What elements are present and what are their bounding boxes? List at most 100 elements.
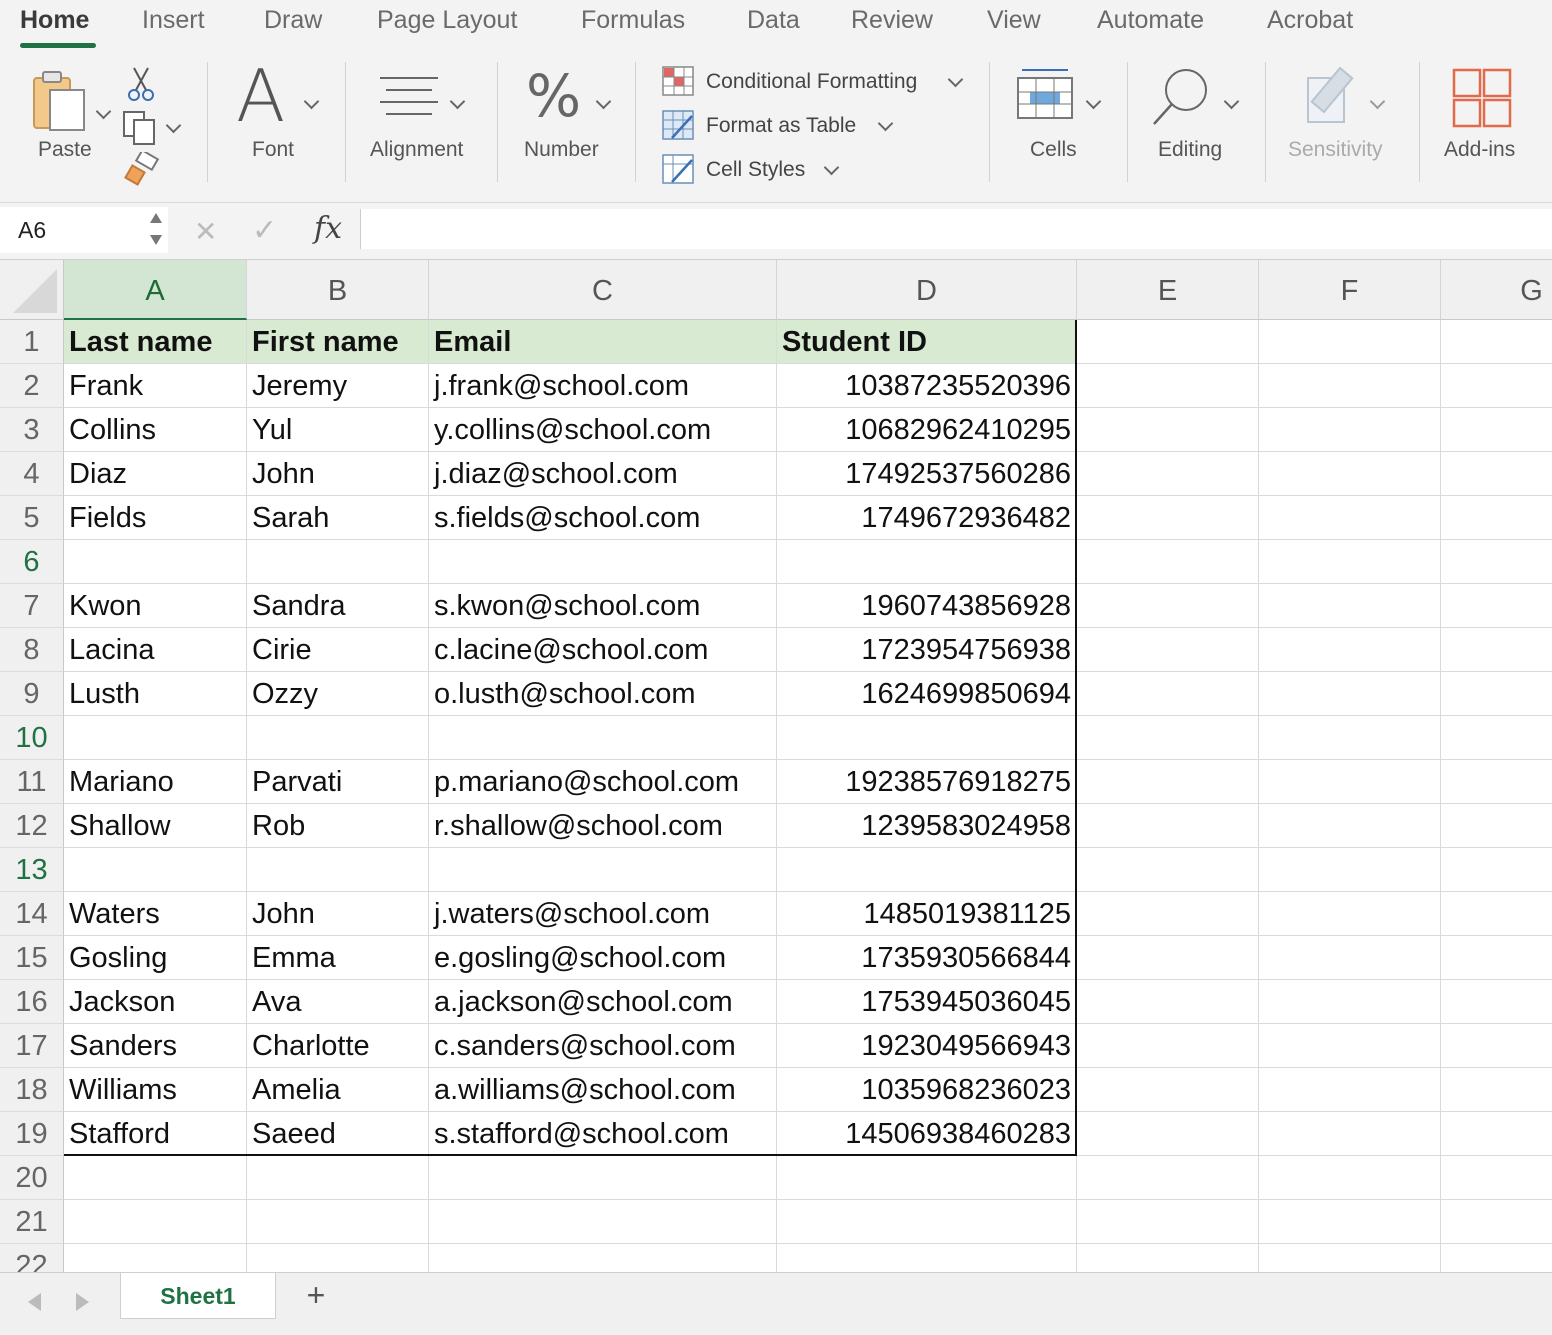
- cell-e20[interactable]: [1077, 1156, 1259, 1200]
- cell-e14[interactable]: [1077, 892, 1259, 936]
- cell-f16[interactable]: [1259, 980, 1441, 1024]
- chevron-down-icon[interactable]: [165, 117, 182, 134]
- alignment-button[interactable]: Alignment: [364, 56, 480, 186]
- cell-e5[interactable]: [1077, 496, 1259, 540]
- cell-f20[interactable]: [1259, 1156, 1441, 1200]
- cell-f3[interactable]: [1259, 408, 1441, 452]
- cell-f22[interactable]: [1259, 1244, 1441, 1272]
- column-header-f[interactable]: F: [1259, 260, 1441, 320]
- row-header[interactable]: 7: [0, 584, 64, 628]
- cell-b4[interactable]: John: [247, 452, 429, 496]
- cell-d22[interactable]: [777, 1244, 1077, 1272]
- cell-b1[interactable]: First name: [247, 320, 429, 364]
- cell-b2[interactable]: Jeremy: [247, 364, 429, 408]
- row-header[interactable]: 2: [0, 364, 64, 408]
- copy-icon[interactable]: [122, 110, 158, 146]
- cell-f14[interactable]: [1259, 892, 1441, 936]
- cell-f18[interactable]: [1259, 1068, 1441, 1112]
- chevron-down-icon[interactable]: [95, 103, 112, 120]
- cell-g22[interactable]: [1441, 1244, 1552, 1272]
- cell-a10[interactable]: [64, 716, 247, 760]
- tab-automate[interactable]: Automate: [1097, 6, 1204, 35]
- cell-c14[interactable]: j.waters@school.com: [429, 892, 777, 936]
- cell-f21[interactable]: [1259, 1200, 1441, 1244]
- row-header[interactable]: 5: [0, 496, 64, 540]
- row-header[interactable]: 15: [0, 936, 64, 980]
- cell-c17[interactable]: c.sanders@school.com: [429, 1024, 777, 1068]
- cell-g18[interactable]: [1441, 1068, 1552, 1112]
- cell-d19[interactable]: 14506938460283: [777, 1112, 1077, 1156]
- cell-c3[interactable]: y.collins@school.com: [429, 408, 777, 452]
- cell-g17[interactable]: [1441, 1024, 1552, 1068]
- cell-g20[interactable]: [1441, 1156, 1552, 1200]
- cell-styles-button[interactable]: Cell Styles: [662, 154, 840, 188]
- cell-g3[interactable]: [1441, 408, 1552, 452]
- cell-c19[interactable]: s.stafford@school.com: [429, 1112, 777, 1156]
- cell-d14[interactable]: 1485019381125: [777, 892, 1077, 936]
- row-header[interactable]: 4: [0, 452, 64, 496]
- cell-e11[interactable]: [1077, 760, 1259, 804]
- cell-a1[interactable]: Last name: [64, 320, 247, 364]
- select-all-button[interactable]: [0, 260, 64, 320]
- cell-e7[interactable]: [1077, 584, 1259, 628]
- cell-a7[interactable]: Kwon: [64, 584, 247, 628]
- cell-d16[interactable]: 1753945036045: [777, 980, 1077, 1024]
- cell-b12[interactable]: Rob: [247, 804, 429, 848]
- cell-f10[interactable]: [1259, 716, 1441, 760]
- cell-c20[interactable]: [429, 1156, 777, 1200]
- cell-b9[interactable]: Ozzy: [247, 672, 429, 716]
- cell-g16[interactable]: [1441, 980, 1552, 1024]
- cut-icon[interactable]: [126, 66, 156, 102]
- column-header-a[interactable]: A: [64, 260, 247, 320]
- row-header[interactable]: 18: [0, 1068, 64, 1112]
- cell-e10[interactable]: [1077, 716, 1259, 760]
- row-header[interactable]: 12: [0, 804, 64, 848]
- cell-d2[interactable]: 10387235520396: [777, 364, 1077, 408]
- cell-e6[interactable]: [1077, 540, 1259, 584]
- row-header[interactable]: 1: [0, 320, 64, 364]
- scroll-right-icon[interactable]: [76, 1293, 89, 1311]
- cell-e12[interactable]: [1077, 804, 1259, 848]
- cell-d4[interactable]: 17492537560286: [777, 452, 1077, 496]
- formula-input[interactable]: [360, 209, 1552, 249]
- row-header[interactable]: 10: [0, 716, 64, 760]
- cell-b20[interactable]: [247, 1156, 429, 1200]
- cell-c10[interactable]: [429, 716, 777, 760]
- scroll-left-icon[interactable]: [28, 1293, 41, 1311]
- cell-b19[interactable]: Saeed: [247, 1112, 429, 1156]
- cell-f7[interactable]: [1259, 584, 1441, 628]
- cell-g13[interactable]: [1441, 848, 1552, 892]
- cell-c5[interactable]: s.fields@school.com: [429, 496, 777, 540]
- cell-d13[interactable]: [777, 848, 1077, 892]
- cell-d7[interactable]: 1960743856928: [777, 584, 1077, 628]
- cell-f15[interactable]: [1259, 936, 1441, 980]
- cell-f1[interactable]: [1259, 320, 1441, 364]
- cell-a12[interactable]: Shallow: [64, 804, 247, 848]
- cell-g2[interactable]: [1441, 364, 1552, 408]
- row-header[interactable]: 20: [0, 1156, 64, 1200]
- cell-e16[interactable]: [1077, 980, 1259, 1024]
- cell-a11[interactable]: Mariano: [64, 760, 247, 804]
- cell-c16[interactable]: a.jackson@school.com: [429, 980, 777, 1024]
- add-ins-button[interactable]: Add-ins: [1436, 56, 1536, 186]
- tab-insert[interactable]: Insert: [142, 6, 205, 35]
- cell-d1[interactable]: Student ID: [777, 320, 1077, 364]
- cell-g15[interactable]: [1441, 936, 1552, 980]
- row-header[interactable]: 11: [0, 760, 64, 804]
- stepper-icon[interactable]: [148, 211, 164, 249]
- cell-e21[interactable]: [1077, 1200, 1259, 1244]
- cell-e2[interactable]: [1077, 364, 1259, 408]
- cell-b15[interactable]: Emma: [247, 936, 429, 980]
- cell-a21[interactable]: [64, 1200, 247, 1244]
- column-header-e[interactable]: E: [1077, 260, 1259, 320]
- cell-d5[interactable]: 1749672936482: [777, 496, 1077, 540]
- cell-g12[interactable]: [1441, 804, 1552, 848]
- cell-a17[interactable]: Sanders: [64, 1024, 247, 1068]
- cell-d8[interactable]: 1723954756938: [777, 628, 1077, 672]
- cell-b14[interactable]: John: [247, 892, 429, 936]
- cell-b22[interactable]: [247, 1244, 429, 1272]
- cell-f17[interactable]: [1259, 1024, 1441, 1068]
- tab-formulas[interactable]: Formulas: [581, 6, 685, 35]
- tab-data[interactable]: Data: [747, 6, 800, 35]
- cell-c7[interactable]: s.kwon@school.com: [429, 584, 777, 628]
